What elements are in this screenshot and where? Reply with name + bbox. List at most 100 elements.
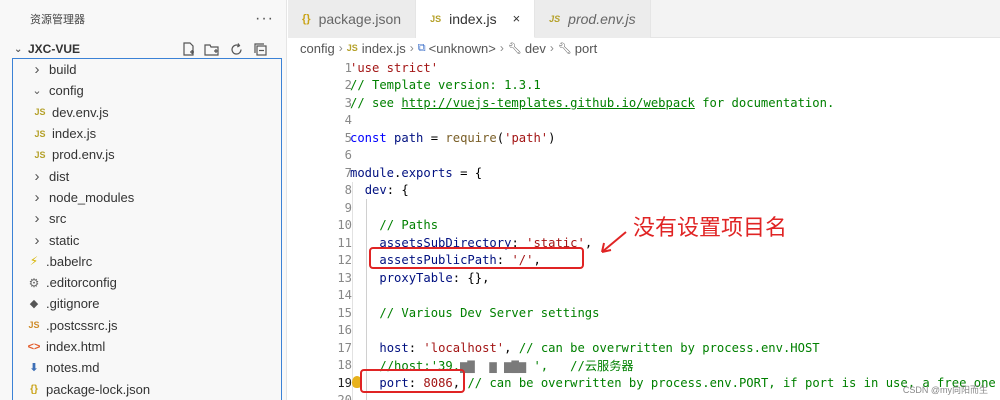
- line-number: 9: [344, 200, 352, 215]
- code-token: dev: [364, 183, 387, 198]
- tree-item-label: build: [49, 62, 77, 78]
- editor-tabs: {} package.json JS index.js × JS prod.en…: [288, 0, 1000, 38]
- code-token: = {: [452, 165, 483, 180]
- tree-file[interactable]: ⚙︎ .editorconfig: [13, 272, 281, 293]
- json-file-icon: {}: [302, 13, 311, 25]
- tree-file[interactable]: {} package-lock.json: [13, 378, 281, 399]
- js-file-icon: JS: [346, 43, 358, 53]
- tree-file[interactable]: JS .postcssrc.js: [13, 315, 281, 336]
- code-token: // see: [350, 95, 402, 110]
- tab-index-js[interactable]: JS index.js ×: [416, 0, 536, 38]
- line-number: 19: [337, 375, 352, 390]
- code-token: 'localhost': [423, 340, 505, 355]
- tab-prod-env-js[interactable]: JS prod.env.js: [535, 0, 651, 38]
- breadcrumb-file[interactable]: index.js: [362, 41, 406, 56]
- code-line[interactable]: 1'use strict': [288, 59, 1000, 77]
- tree-folder[interactable]: › node_modules: [13, 187, 281, 208]
- tree-folder[interactable]: › src: [13, 208, 281, 229]
- line-number: 8: [344, 183, 352, 198]
- code-token: :: [408, 340, 424, 355]
- line-number: 14: [337, 288, 352, 303]
- code-token: =: [423, 130, 446, 145]
- breadcrumb-folder[interactable]: config: [300, 41, 335, 56]
- code-line[interactable]: 5 const path = require('path'): [288, 129, 1000, 147]
- tree-file[interactable]: <> index.html: [13, 336, 281, 357]
- code-token: ', //云服务器: [533, 359, 634, 374]
- property-icon: 🔧︎: [557, 42, 572, 55]
- tree-file[interactable]: JS index.js: [13, 123, 281, 144]
- file-tree: › build ⌄ config JS dev.env.js JS index.js JS pro…: [12, 58, 282, 400]
- close-icon[interactable]: ×: [513, 11, 521, 26]
- tree-file[interactable]: ⚡︎ .babelrc: [13, 251, 281, 272]
- tab-package-json[interactable]: {} package.json: [288, 0, 417, 38]
- json-file-icon: {}: [30, 383, 38, 395]
- html-file-icon: <>: [27, 340, 41, 353]
- tree-folder[interactable]: › dist: [13, 165, 281, 186]
- chevron-right-icon: ›: [409, 41, 414, 55]
- project-root[interactable]: ⌄ JXC-VUE: [0, 38, 286, 60]
- line-number: 11: [337, 235, 352, 250]
- code-token: require: [445, 130, 497, 145]
- line-number: 15: [337, 305, 352, 320]
- code-line[interactable]: 15 // Various Dev Server settings: [288, 304, 1000, 322]
- annotation-text: 没有设置项目名: [633, 216, 788, 241]
- line-number: 13: [337, 270, 352, 285]
- line-number: 2: [344, 78, 352, 93]
- code-token: path: [394, 130, 424, 145]
- code-line[interactable]: 3// see http://vuejs-templates.github.io…: [288, 94, 1000, 112]
- chevron-down-icon[interactable]: ⌄: [14, 44, 28, 55]
- js-file-icon: JS: [34, 149, 46, 160]
- code-token: const: [350, 130, 395, 145]
- code-text: host: 'localhost', // can be overwritten…: [350, 340, 820, 355]
- breadcrumb-symbol[interactable]: port: [575, 41, 597, 56]
- breadcrumb-symbol[interactable]: dev: [525, 41, 546, 56]
- code-line[interactable]: 2// Template version: 1.3.1: [288, 77, 1000, 95]
- tab-label: prod.env.js: [568, 11, 636, 27]
- breadcrumb-symbol[interactable]: <unknown>: [429, 41, 496, 56]
- tree-file[interactable]: ◆ .gitignore: [13, 293, 281, 314]
- code-token: // Various Dev Server settings: [379, 305, 600, 320]
- line-number: 12: [337, 253, 352, 268]
- new-folder-icon[interactable]: [204, 41, 220, 57]
- more-actions-icon[interactable]: ···: [255, 10, 274, 28]
- line-number: 1: [344, 60, 352, 75]
- code-token: ▆▇ ▆ ▆▇▆: [460, 359, 534, 374]
- code-line[interactable]: 8 dev: {: [288, 182, 1000, 200]
- code-token: ,: [584, 235, 593, 250]
- watermark: CSDN @my向阳而生: [902, 385, 988, 395]
- code-token: 'path': [504, 130, 549, 145]
- code-text: const path = require('path'): [350, 131, 556, 145]
- code-text: proxyTable: {},: [350, 271, 489, 285]
- new-file-icon[interactable]: [180, 41, 196, 57]
- project-actions: [180, 41, 286, 57]
- collapse-all-icon[interactable]: [252, 41, 268, 57]
- tree-folder[interactable]: ⌄ config: [13, 80, 281, 101]
- code-token: // can be overwritten by process.env.HOS…: [518, 340, 820, 355]
- chevron-down-icon: ⌄: [32, 85, 42, 98]
- tree-folder[interactable]: › static: [13, 229, 281, 250]
- tree-item-label: config: [49, 83, 84, 99]
- chevron-right-icon: ›: [338, 41, 343, 55]
- refresh-icon[interactable]: [228, 41, 244, 57]
- tree-item-label: notes.md: [46, 360, 100, 376]
- code-line[interactable]: 13 proxyTable: {},: [288, 269, 1000, 287]
- code-line[interactable]: 6: [288, 147, 1000, 165]
- tree-file[interactable]: ⬇︎ notes.md: [13, 357, 281, 378]
- line-number: 18: [337, 358, 352, 373]
- code-line[interactable]: 14: [288, 287, 1000, 305]
- code-line[interactable]: 7 module.exports = {: [288, 164, 1000, 182]
- code-line[interactable]: 16: [288, 322, 1000, 340]
- code-token: ,: [504, 340, 519, 355]
- tree-file[interactable]: JS dev.env.js: [13, 102, 281, 123]
- tree-folder[interactable]: › build: [13, 59, 281, 80]
- code-line[interactable]: 4: [288, 112, 1000, 130]
- chevron-right-icon: ›: [34, 188, 40, 206]
- tree-file[interactable]: JS prod.env.js: [13, 144, 281, 165]
- code-token: exports: [401, 165, 453, 180]
- code-text: // see http://vuejs-templates.github.io/…: [350, 96, 834, 110]
- code-token: : {: [386, 183, 409, 198]
- line-number: 20: [288, 393, 352, 400]
- code-line[interactable]: 17 host: 'localhost', // can be overwrit…: [288, 339, 1000, 357]
